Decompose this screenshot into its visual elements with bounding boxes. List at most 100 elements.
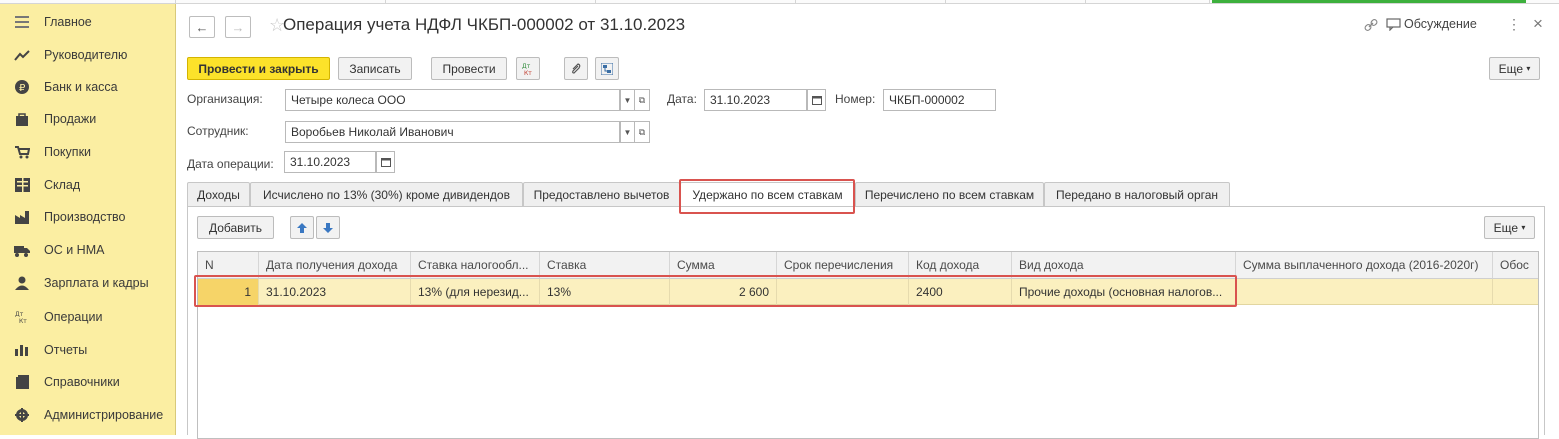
table-cell[interactable]: 13% (для нерезид... [411, 279, 540, 305]
sidebar-item-admin[interactable]: Администрирование [0, 400, 176, 430]
employee-open-button[interactable]: ⧉ [635, 121, 650, 143]
sidebar-item-operations[interactable]: Дт Кт Операции [0, 302, 176, 332]
column-header[interactable]: Дата получения дохода [259, 252, 411, 279]
arrow-down-icon [323, 222, 333, 233]
employee-field[interactable]: Воробьев Николай Иванович [285, 121, 620, 143]
post-and-close-button[interactable]: Провести и закрыть [187, 57, 330, 80]
operation-date-field[interactable]: 31.10.2023 [284, 151, 376, 173]
tab-sent-to-tax-office[interactable]: Передано в налоговый орган [1044, 182, 1230, 207]
more-actions-icon[interactable]: ⋮ [1507, 16, 1521, 33]
post-button[interactable]: Провести [431, 57, 507, 80]
chevron-down-icon: ▾ [1526, 64, 1531, 73]
calendar-icon [380, 158, 391, 167]
calendar-icon [811, 96, 822, 105]
save-button[interactable]: Записать [338, 57, 412, 80]
number-label: Номер: [835, 92, 876, 106]
sidebar-item-label: Склад [44, 178, 81, 192]
tab-deductions[interactable]: Предоставлено вычетов [523, 182, 680, 207]
table-cell[interactable]: 13% [540, 279, 670, 305]
table-cell[interactable]: 2400 [909, 279, 1012, 305]
menu-icon [14, 14, 30, 30]
close-icon[interactable]: × [1533, 14, 1543, 34]
table-cell[interactable] [777, 279, 909, 305]
employee-dropdown[interactable]: ▼ [620, 121, 635, 143]
tab-transferred[interactable]: Перечислено по всем ставкам [855, 182, 1044, 207]
sidebar-item-sales[interactable]: Продажи [0, 104, 176, 134]
table-cell[interactable] [1236, 279, 1493, 305]
more-menu-button[interactable]: Еще ▾ [1489, 57, 1540, 80]
sidebar-item-purchases[interactable]: Покупки [0, 137, 176, 167]
column-header[interactable]: Срок перечисления [777, 252, 909, 279]
date-calendar-button[interactable] [807, 89, 826, 111]
svg-text:Дт: Дт [522, 63, 531, 70]
svg-text:₽: ₽ [19, 83, 26, 94]
column-header[interactable]: Ставка налогообл... [411, 252, 540, 279]
tab-withheld[interactable]: Удержано по всем ставкам [680, 182, 855, 207]
column-header[interactable]: Вид дохода [1012, 252, 1236, 279]
more-label: Еще [1498, 61, 1524, 76]
move-down-button[interactable] [316, 216, 340, 239]
operation-date-calendar-button[interactable] [376, 151, 395, 173]
sidebar-item-bank[interactable]: ₽ Банк и касса [0, 72, 176, 102]
sidebar-item-production[interactable]: Производство [0, 202, 176, 232]
table-row[interactable]: 1 31.10.2023 13% (для нерезид... 13% 2 6… [198, 279, 1538, 305]
date-field[interactable]: 31.10.2023 [704, 89, 807, 111]
move-up-button[interactable] [290, 216, 314, 239]
organization-field[interactable]: Четыре колеса ООО [285, 89, 620, 111]
column-header[interactable]: N [198, 252, 259, 279]
sidebar-item-manager[interactable]: Руководителю [0, 40, 176, 70]
open-link-icon: ⧉ [638, 94, 646, 105]
sidebar-item-reports[interactable]: Отчеты [0, 335, 176, 365]
back-button[interactable]: ← [189, 16, 215, 38]
table-cell[interactable]: 31.10.2023 [259, 279, 411, 305]
svg-text:Кт: Кт [19, 318, 27, 324]
structure-button[interactable] [595, 57, 619, 80]
sidebar-item-label: Отчеты [44, 343, 88, 357]
number-field[interactable]: ЧКБП-000002 [883, 89, 996, 111]
sidebar-item-warehouse[interactable]: Склад [0, 170, 176, 200]
tab-calculated-13[interactable]: Исчислено по 13% (30%) кроме дивидендов [250, 182, 523, 207]
sidebar-item-label: Банк и касса [44, 80, 118, 94]
table-cell[interactable] [1493, 279, 1538, 305]
hierarchy-icon [601, 62, 613, 75]
organization-dropdown[interactable]: ▼ [620, 89, 635, 111]
sidebar-item-main[interactable]: Главное [0, 7, 176, 37]
discussion-icon[interactable] [1386, 18, 1401, 34]
withholding-table[interactable]: N Дата получения дохода Ставка налогообл… [197, 251, 1539, 439]
svg-text:Кт: Кт [524, 70, 532, 76]
sidebar-item-fixed-assets[interactable]: ОС и НМА [0, 235, 176, 265]
forward-button[interactable]: → [225, 16, 251, 38]
sidebar-item-salary[interactable]: Зарплата и кадры [0, 268, 176, 298]
column-header[interactable]: Обос [1493, 252, 1538, 279]
operation-date-label: Дата операции: [187, 157, 274, 171]
table-cell[interactable]: 1 [198, 279, 259, 305]
svg-text:Дт: Дт [15, 311, 24, 318]
chevron-down-icon: ▼ [623, 127, 632, 137]
table-more-button[interactable]: Еще ▾ [1484, 216, 1535, 239]
organization-open-button[interactable]: ⧉ [635, 89, 650, 111]
link-icon[interactable] [1364, 18, 1378, 35]
arrow-up-icon [297, 222, 307, 233]
page-title: Операция учета НДФЛ ЧКБП-000002 от 31.10… [262, 15, 685, 35]
discussion-button[interactable]: Обсуждение [1404, 17, 1477, 31]
tab-income[interactable]: Доходы [187, 182, 250, 207]
sidebar-item-label: Справочники [44, 375, 120, 389]
sidebar-item-label: Главное [44, 15, 92, 29]
dt-kt-button[interactable]: Дт Кт [516, 57, 540, 80]
arrow-left-icon: ← [195, 19, 209, 35]
column-header[interactable]: Ставка [540, 252, 670, 279]
sidebar-item-references[interactable]: Справочники [0, 367, 176, 397]
table-cell[interactable]: 2 600 [670, 279, 777, 305]
arrow-right-icon: → [231, 19, 245, 35]
attach-button[interactable] [564, 57, 588, 80]
table-cell[interactable]: Прочие доходы (основная налогов... [1012, 279, 1236, 305]
warehouse-icon [14, 177, 30, 193]
column-header[interactable]: Код дохода [909, 252, 1012, 279]
column-header[interactable]: Сумма [670, 252, 777, 279]
column-header[interactable]: Сумма выплаченного дохода (2016-2020г) [1236, 252, 1493, 279]
add-row-button[interactable]: Добавить [197, 216, 274, 239]
sidebar-item-label: Продажи [44, 112, 97, 126]
sidebar-item-label: Покупки [44, 145, 92, 159]
active-top-tab-indicator [1212, 0, 1526, 3]
gear-icon [14, 407, 30, 423]
